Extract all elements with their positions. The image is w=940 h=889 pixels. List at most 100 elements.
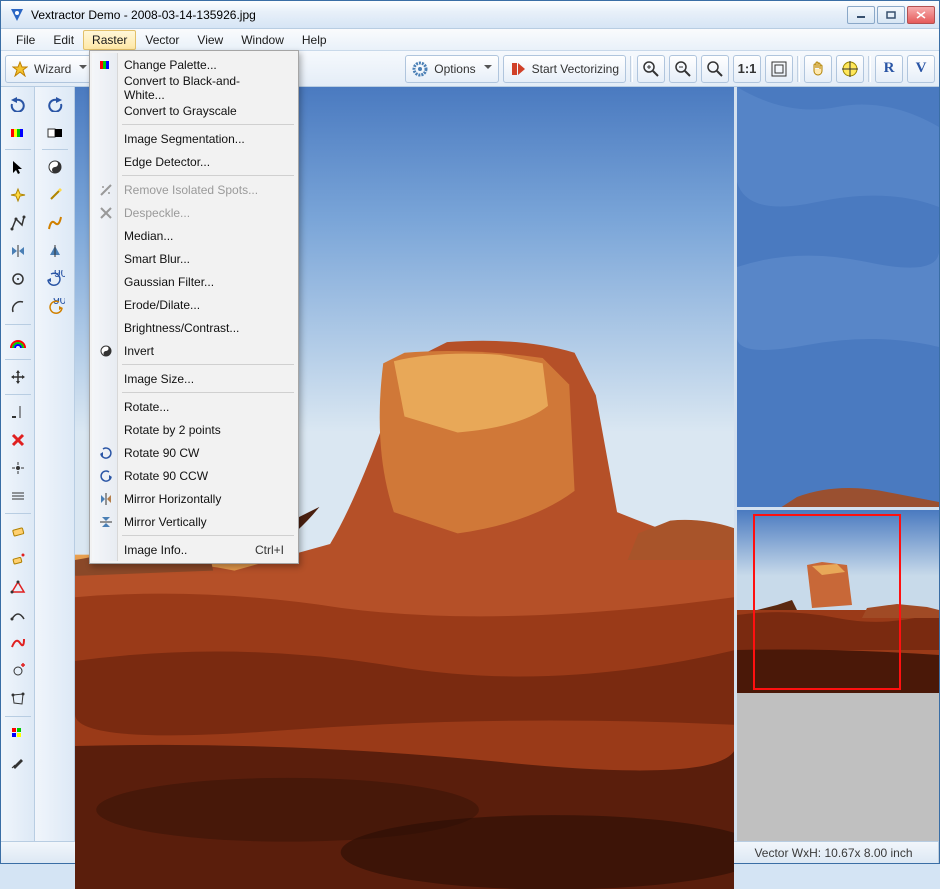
status-vector: Vector WxH: 10.67x 8.00 inch xyxy=(729,842,939,863)
rainbow-tool[interactable] xyxy=(3,329,33,355)
rotccw-icon xyxy=(98,468,114,484)
viewport-rect[interactable] xyxy=(753,514,901,690)
menu-item-gaussian-filter[interactable]: Gaussian Filter... xyxy=(92,270,296,293)
crosshair-button[interactable] xyxy=(836,55,864,83)
triangle-tool[interactable] xyxy=(3,574,33,600)
fit-window-button[interactable] xyxy=(765,55,793,83)
close-button[interactable] xyxy=(907,6,935,24)
circle-tool[interactable] xyxy=(3,266,33,292)
despeckle-icon xyxy=(98,205,114,221)
spots-icon xyxy=(98,182,114,198)
colors-button[interactable] xyxy=(3,119,33,145)
menu-item-erode-dilate[interactable]: Erode/Dilate... xyxy=(92,293,296,316)
preview-top[interactable] xyxy=(737,87,939,510)
menu-item-despeckle: Despeckle... xyxy=(92,201,296,224)
menu-item-brightness-contrast[interactable]: Brightness/Contrast... xyxy=(92,316,296,339)
menu-item-rotate[interactable]: Rotate... xyxy=(92,395,296,418)
chevron-down-icon xyxy=(79,65,87,73)
hlines-tool[interactable] xyxy=(3,483,33,509)
zoom-in-button[interactable] xyxy=(637,55,665,83)
menu-vector[interactable]: Vector xyxy=(136,30,188,50)
app-icon xyxy=(9,7,25,23)
menu-item-rotate-by-2-points[interactable]: Rotate by 2 points xyxy=(92,418,296,441)
menubar: File Edit Raster Vector View Window Help xyxy=(1,29,939,51)
invert-tool[interactable] xyxy=(40,154,70,180)
menu-item-invert[interactable]: Invert xyxy=(92,339,296,362)
rotcw-tool[interactable]: 90 xyxy=(40,266,70,292)
delete-tool[interactable] xyxy=(3,427,33,453)
menu-window[interactable]: Window xyxy=(232,30,293,50)
tool-column-1 xyxy=(1,87,35,841)
menu-item-rotate-90-ccw[interactable]: Rotate 90 CCW xyxy=(92,464,296,487)
palette-icon xyxy=(98,57,114,73)
menu-raster[interactable]: Raster xyxy=(83,30,136,50)
undo-button[interactable] xyxy=(3,91,33,117)
svg-text:90: 90 xyxy=(54,270,65,280)
toolbar-separator xyxy=(868,56,871,82)
menu-item-convert-to-grayscale[interactable]: Convert to Grayscale xyxy=(92,99,296,122)
grid-tool[interactable] xyxy=(3,721,33,747)
eraser-tool[interactable] xyxy=(3,518,33,544)
path-tool[interactable] xyxy=(40,210,70,236)
rotcw-icon xyxy=(98,445,114,461)
menu-item-image-segmentation[interactable]: Image Segmentation... xyxy=(92,127,296,150)
raster-dropdown: Change Palette...Convert to Black-and-Wh… xyxy=(89,50,299,564)
mirv-icon xyxy=(98,514,114,530)
toolbar-separator xyxy=(630,56,633,82)
menu-item-median[interactable]: Median... xyxy=(92,224,296,247)
eraser-point-tool[interactable] xyxy=(3,546,33,572)
tool-column-2: 90 90 xyxy=(35,87,75,841)
hand-tool-button[interactable] xyxy=(804,55,832,83)
raster-mode-button[interactable]: R xyxy=(875,55,903,83)
zoom-button[interactable] xyxy=(701,55,729,83)
pointer-tool[interactable] xyxy=(3,154,33,180)
wizard-button[interactable]: Wizard xyxy=(5,55,94,83)
menu-item-image-size[interactable]: Image Size... xyxy=(92,367,296,390)
options-button[interactable]: Options xyxy=(405,55,498,83)
curve-red-tool[interactable] xyxy=(3,630,33,656)
menu-item-mirror-horizontally[interactable]: Mirror Horizontally xyxy=(92,487,296,510)
wizard-icon xyxy=(12,61,28,77)
redo-button[interactable] xyxy=(40,91,70,117)
poly-closed-tool[interactable] xyxy=(3,686,33,712)
window: Vextractor Demo - 2008-03-14-135926.jpg … xyxy=(0,0,940,864)
menu-item-smart-blur[interactable]: Smart Blur... xyxy=(92,247,296,270)
move-tool[interactable] xyxy=(3,364,33,390)
bw-button[interactable] xyxy=(40,119,70,145)
vector-mode-button[interactable]: V xyxy=(907,55,935,83)
play-icon xyxy=(510,61,526,77)
sparkle-tool[interactable] xyxy=(3,182,33,208)
poly-tool[interactable] xyxy=(3,210,33,236)
menu-item-mirror-vertically[interactable]: Mirror Vertically xyxy=(92,510,296,533)
menu-file[interactable]: File xyxy=(7,30,44,50)
zoom-actual-button[interactable]: 1:1 xyxy=(733,55,761,83)
rotccw-tool[interactable]: 90 xyxy=(40,294,70,320)
mirror-v-tool[interactable] xyxy=(40,238,70,264)
move-point-tool[interactable] xyxy=(3,455,33,481)
menu-edit[interactable]: Edit xyxy=(44,30,83,50)
arc-tool[interactable] xyxy=(3,294,33,320)
minimize-button[interactable] xyxy=(847,6,875,24)
add-point-tool[interactable] xyxy=(3,658,33,684)
menu-item-convert-to-black-and-white[interactable]: Convert to Black-and-White... xyxy=(92,76,296,99)
menu-item-edge-detector[interactable]: Edge Detector... xyxy=(92,150,296,173)
menu-help[interactable]: Help xyxy=(293,30,336,50)
mirh-icon xyxy=(98,491,114,507)
menu-item-remove-isolated-spots: Remove Isolated Spots... xyxy=(92,178,296,201)
preview-thumbnail[interactable] xyxy=(737,510,939,693)
mirror-h-tool[interactable] xyxy=(3,238,33,264)
preview-empty xyxy=(737,693,939,841)
window-title: Vextractor Demo - 2008-03-14-135926.jpg xyxy=(31,8,847,22)
menu-item-rotate-90-cw[interactable]: Rotate 90 CW xyxy=(92,441,296,464)
invert-icon xyxy=(98,343,114,359)
pen-tool[interactable] xyxy=(3,749,33,775)
menu-view[interactable]: View xyxy=(188,30,232,50)
text-cursor-tool[interactable] xyxy=(3,399,33,425)
wand-tool[interactable] xyxy=(40,182,70,208)
menu-item-image-info[interactable]: Image Info..Ctrl+I xyxy=(92,538,296,561)
start-vectorizing-button[interactable]: Start Vectorizing xyxy=(503,55,626,83)
curve-tool[interactable] xyxy=(3,602,33,628)
maximize-button[interactable] xyxy=(877,6,905,24)
window-buttons xyxy=(847,6,935,24)
zoom-out-button[interactable] xyxy=(669,55,697,83)
